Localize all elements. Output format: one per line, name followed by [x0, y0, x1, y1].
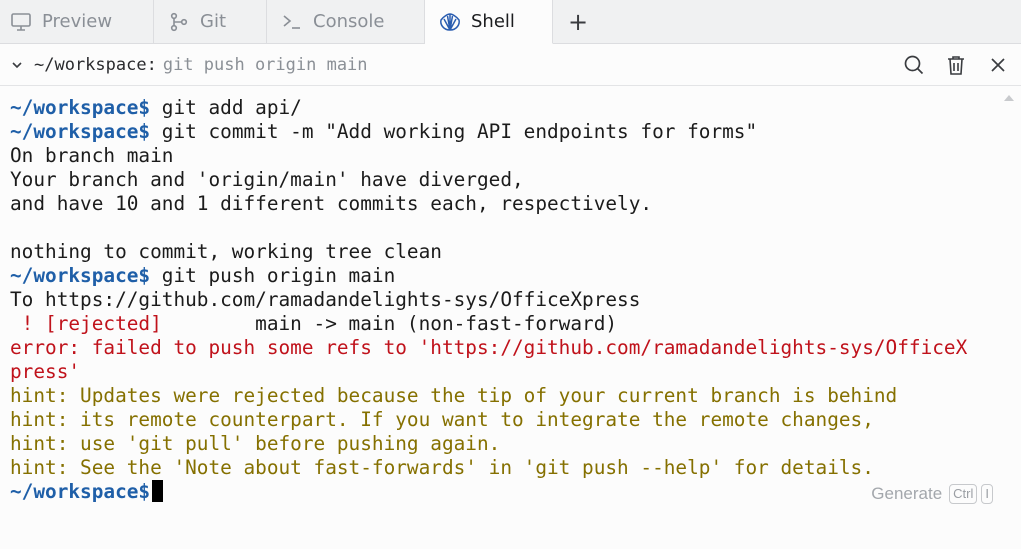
plus-icon: + — [567, 7, 589, 36]
terminal-line: hint: Updates were rejected because the … — [10, 384, 967, 408]
terminal-line: and have 10 and 1 different commits each… — [10, 192, 967, 216]
clear-button[interactable] — [941, 50, 971, 80]
hint-text: hint: Updates were rejected because the … — [10, 384, 898, 407]
terminal-line: hint: use 'git pull' before pushing agai… — [10, 432, 967, 456]
close-button[interactable] — [983, 50, 1013, 80]
hint-text: hint: See the 'Note about fast-forwards'… — [10, 456, 874, 479]
output-text: and have 10 and 1 different commits each… — [10, 192, 653, 215]
shell-prompt: ~/workspace$ — [10, 120, 151, 143]
terminal-line: ~/workspace$ git add api/ — [10, 96, 967, 120]
terminal-line: ~/workspace$ git push origin main — [10, 264, 967, 288]
terminal-line: hint: its remote counterpart. If you wan… — [10, 408, 967, 432]
git-branch-icon — [166, 9, 192, 35]
shell-prompt: ~/workspace$ — [10, 264, 151, 287]
chevron-down-icon — [12, 61, 22, 68]
tab-shell[interactable]: Shell — [425, 0, 553, 44]
terminal-output[interactable]: ~/workspace$ git add api/~/workspace$ gi… — [0, 86, 1021, 549]
output-text: nothing to commit, working tree clean — [10, 240, 442, 263]
output-text: On branch main — [10, 144, 174, 167]
command-text: git add api/ — [150, 96, 302, 119]
output-text: main -> main (non-fast-forward) — [161, 312, 618, 335]
close-icon — [991, 58, 1005, 72]
shell-prompt: ~/workspace$ — [10, 96, 151, 119]
hint-text: hint: its remote counterpart. If you wan… — [10, 408, 874, 431]
tab-console[interactable]: Console — [267, 0, 425, 43]
toolbar-actions — [899, 50, 1013, 80]
terminal-line: On branch main — [10, 144, 967, 168]
tab-label: Preview — [42, 11, 113, 32]
monitor-icon — [8, 9, 34, 35]
output-text: Your branch and 'origin/main' have diver… — [10, 168, 524, 191]
error-text: error: failed to push some refs to 'http… — [10, 336, 968, 359]
text-cursor — [152, 480, 164, 502]
tab-git[interactable]: Git — [154, 0, 267, 43]
shell-prompt: ~/workspace$ — [10, 480, 151, 503]
terminal-line: press' — [10, 360, 967, 384]
scroll-up-icon[interactable] — [1003, 94, 1015, 102]
new-tab-button[interactable]: + — [553, 0, 603, 43]
terminal-line: nothing to commit, working tree clean — [10, 240, 967, 264]
terminal-lines: ~/workspace$ git add api/~/workspace$ gi… — [10, 96, 967, 504]
shell-toolbar: ~/workspace: git push origin main — [0, 44, 1021, 86]
tab-preview[interactable]: Preview — [0, 0, 154, 43]
command-text: git commit -m "Add working API endpoints… — [150, 120, 758, 143]
terminal-line: Your branch and 'origin/main' have diver… — [10, 168, 967, 192]
command-text: git push origin main — [150, 264, 396, 287]
generate-label: Generate — [871, 484, 943, 503]
ctrl-key: Ctrl — [949, 484, 978, 504]
collapse-button[interactable] — [0, 58, 34, 72]
search-icon — [904, 55, 924, 75]
terminal-line: ! [rejected] main -> main (non-fast-forw… — [10, 312, 967, 336]
shell-icon — [437, 9, 463, 35]
search-button[interactable] — [899, 50, 929, 80]
tab-label: Shell — [471, 11, 515, 32]
current-prompt-line[interactable]: ~/workspace$ — [10, 480, 967, 504]
command-preview: git push origin main — [162, 54, 368, 75]
working-directory: ~/workspace: — [34, 54, 157, 75]
terminal-line: To https://github.com/ramadandelights-sy… — [10, 288, 967, 312]
terminal-line: hint: See the 'Note about fast-forwards'… — [10, 456, 967, 480]
rejected-marker: ! [rejected] — [10, 312, 162, 335]
terminal-line: ~/workspace$ git commit -m "Add working … — [10, 120, 967, 144]
terminal-line: error: failed to push some refs to 'http… — [10, 336, 967, 360]
error-text: press' — [10, 360, 81, 383]
tab-bar: Preview Git Console Shell + — [0, 0, 1021, 44]
tab-label: Git — [200, 11, 227, 32]
trash-icon — [948, 56, 964, 75]
terminal-prompt-icon — [279, 9, 305, 35]
generate-hint[interactable]: Generate Ctrl I — [871, 484, 993, 504]
i-key: I — [981, 484, 993, 504]
hint-text: hint: use 'git pull' before pushing agai… — [10, 432, 501, 455]
output-text: To https://github.com/ramadandelights-sy… — [10, 288, 641, 311]
tab-label: Console — [313, 11, 385, 32]
